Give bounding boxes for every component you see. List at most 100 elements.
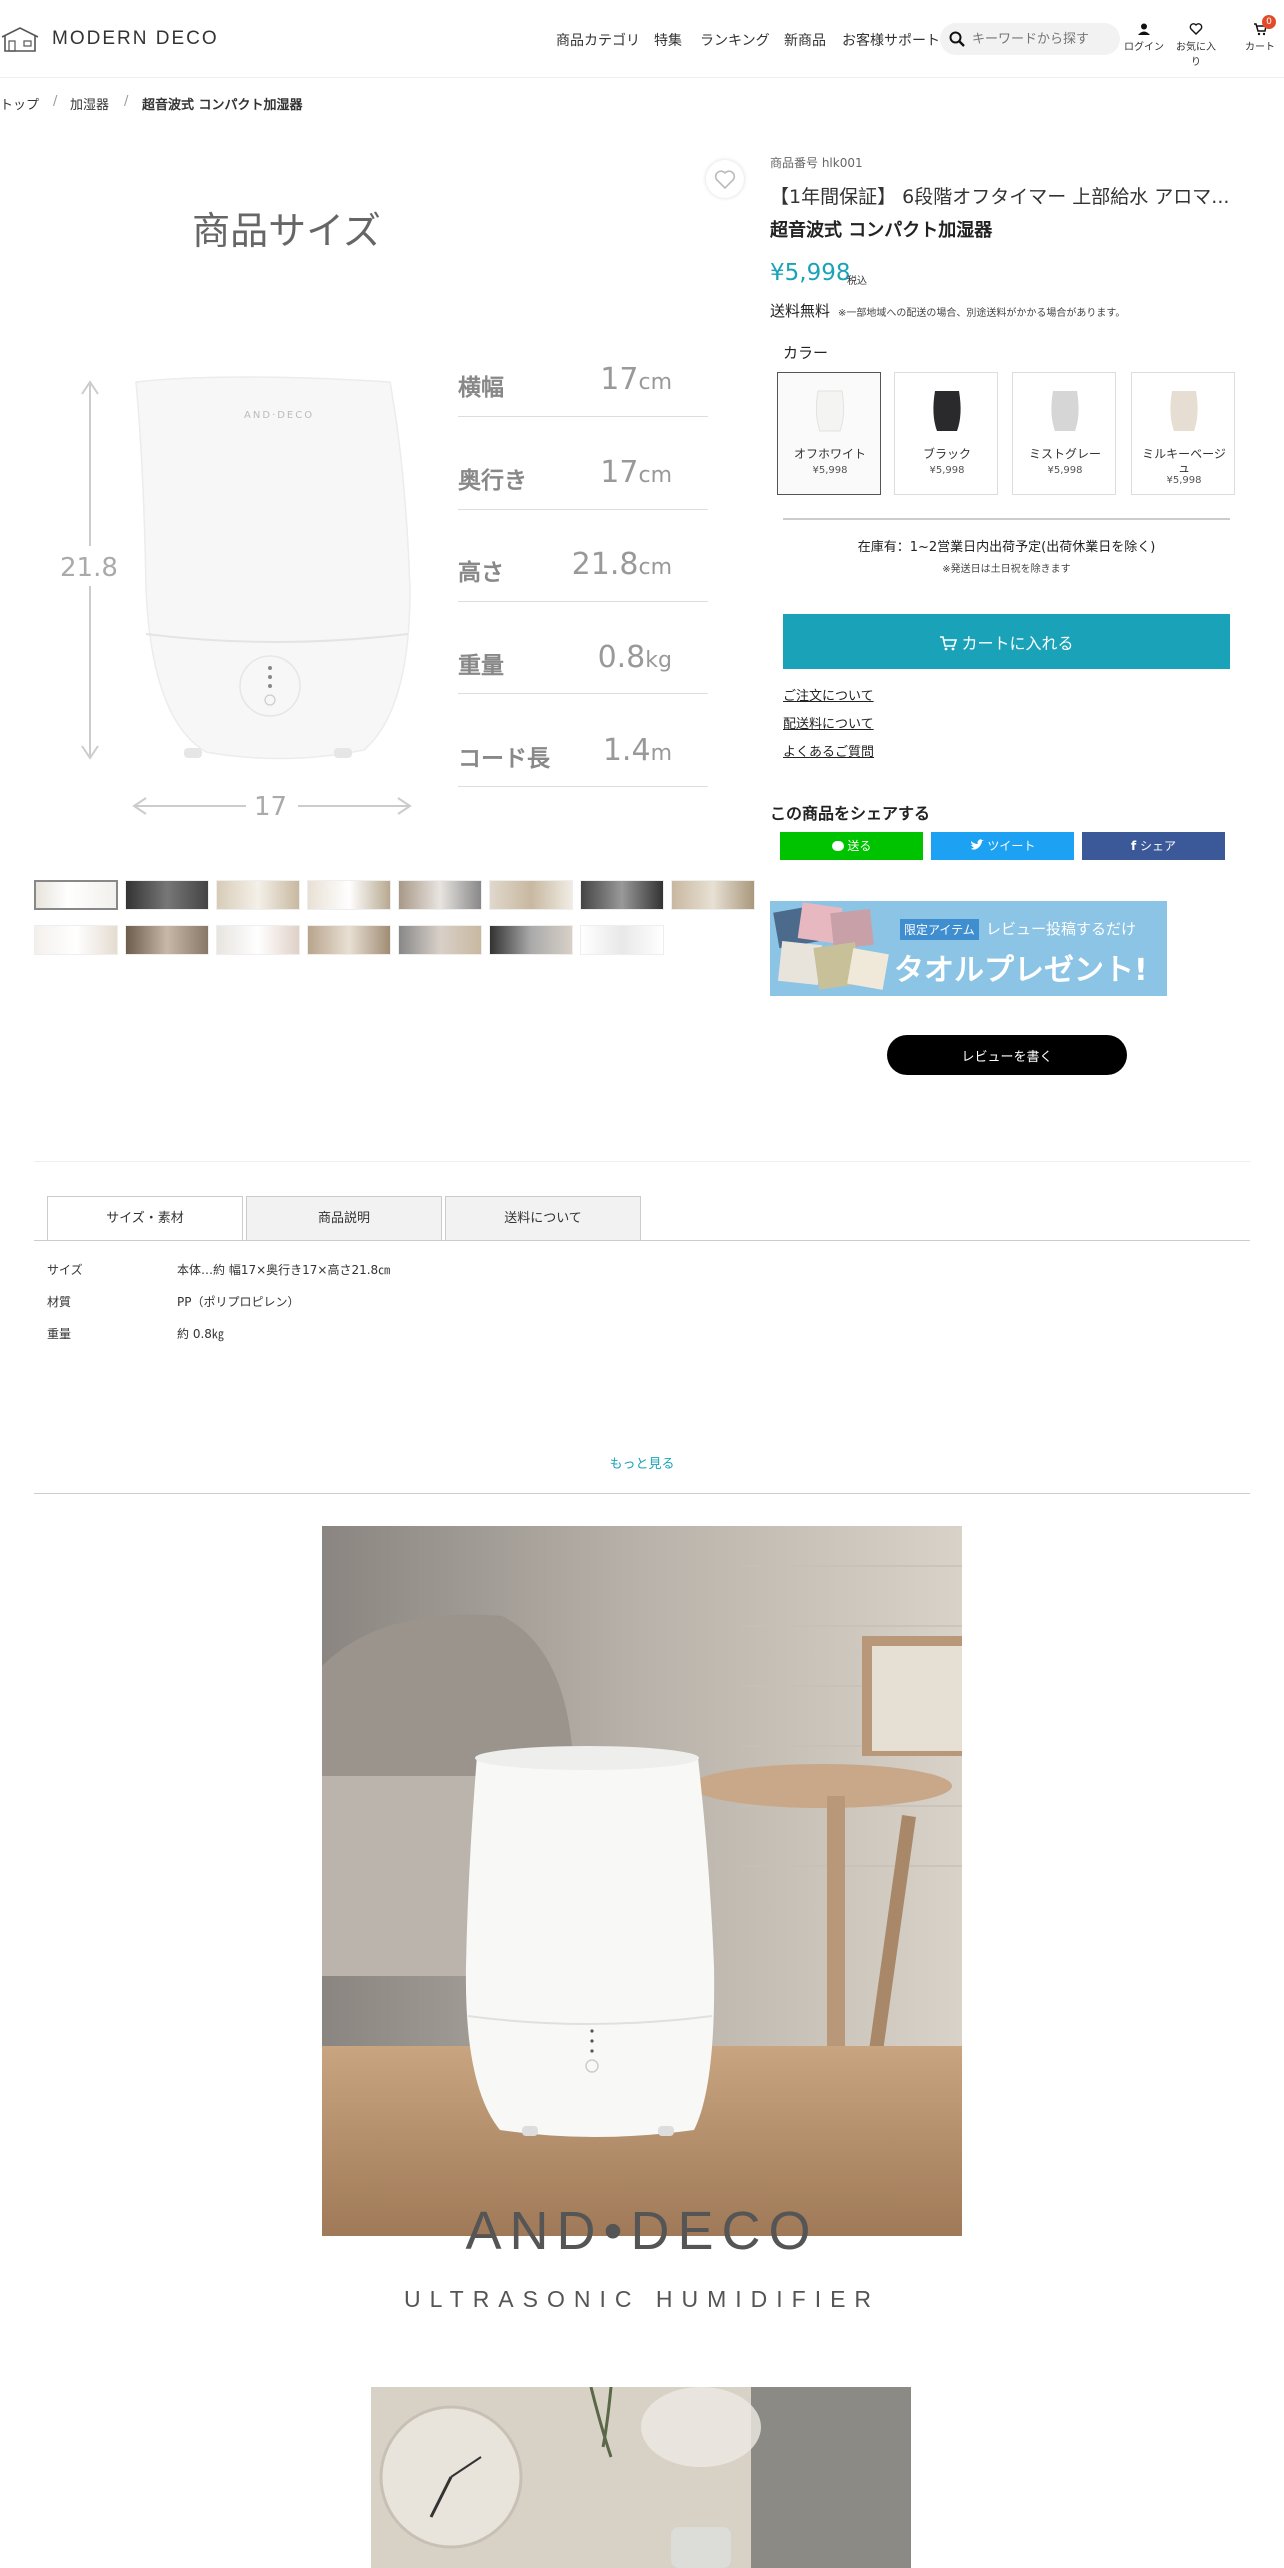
review-campaign-banner[interactable]: 限定アイテム レビュー投稿するだけ タオルプレゼント! bbox=[770, 901, 1167, 996]
thumbnail[interactable] bbox=[216, 925, 300, 955]
product-title: 【1年間保証】 6段階オフタイマー 上部給水 アロマ... bbox=[770, 186, 1230, 208]
facebook-share-button[interactable]: f シェア bbox=[1082, 832, 1225, 860]
add-to-cart-button[interactable]: カートに入れる bbox=[783, 614, 1230, 669]
tab-description[interactable]: 商品説明 bbox=[246, 1196, 442, 1241]
cart-count-badge: 0 bbox=[1262, 15, 1276, 29]
house-logo-icon bbox=[1, 27, 39, 52]
spec-height-label: 高さ bbox=[458, 560, 504, 586]
height-dimension: 21.8 bbox=[60, 553, 118, 583]
feature-photo bbox=[322, 1526, 962, 2236]
thumbnail[interactable] bbox=[307, 925, 391, 955]
color-name: オフホワイト bbox=[793, 447, 866, 461]
facebook-icon: f bbox=[1130, 839, 1137, 853]
tab-underline bbox=[34, 1240, 1250, 1241]
search-box[interactable] bbox=[940, 23, 1120, 55]
share-title: この商品をシェアする bbox=[770, 804, 931, 823]
thumbnail[interactable] bbox=[580, 880, 664, 910]
color-option-milkybeige[interactable]: ミルキーベージュ ¥5,998 bbox=[1131, 372, 1235, 495]
color-price: ¥5,998 bbox=[1166, 475, 1202, 486]
login-button[interactable]: ログイン bbox=[1124, 22, 1164, 53]
breadcrumb-top[interactable]: トップ bbox=[0, 94, 39, 113]
thumbnail[interactable] bbox=[671, 880, 755, 910]
nav-support[interactable]: お客様サポート bbox=[842, 30, 940, 50]
faq-link[interactable]: よくあるご質問 bbox=[783, 741, 874, 760]
nav-categories[interactable]: 商品カテゴリ bbox=[556, 30, 640, 50]
thumbnail[interactable] bbox=[34, 925, 118, 955]
show-more-link[interactable]: もっと見る bbox=[0, 1453, 1284, 1472]
detail-value-size: 本体…約 幅17×奥行き17×高さ21.8㎝ bbox=[177, 1263, 391, 1277]
thumbnail[interactable] bbox=[398, 925, 482, 955]
color-option-offwhite[interactable]: オフホワイト ¥5,998 bbox=[777, 372, 881, 495]
site-header: MODERN DECO 商品カテゴリ 特集 ランキング 新商品 お客様サポート … bbox=[0, 0, 1284, 78]
spec-weight-value: 0.8kg bbox=[597, 640, 672, 675]
humidifier-room-photo bbox=[322, 1526, 962, 2236]
shipping-fee-link[interactable]: 配送料について bbox=[783, 713, 874, 732]
line-share-label: 送る bbox=[847, 839, 872, 853]
color-option-mistgray[interactable]: ミストグレー ¥5,998 bbox=[1012, 372, 1116, 495]
spec-divider bbox=[458, 786, 708, 787]
cart-icon bbox=[940, 635, 958, 650]
spec-divider bbox=[458, 693, 708, 694]
search-icon[interactable] bbox=[948, 30, 966, 48]
thumbnail[interactable] bbox=[34, 880, 118, 910]
thumbnail[interactable] bbox=[489, 880, 573, 910]
thumbnail[interactable] bbox=[398, 880, 482, 910]
breadcrumb-current: 超音波式 コンパクト加湿器 bbox=[142, 98, 303, 113]
line-icon bbox=[831, 841, 844, 851]
color-label: カラー bbox=[783, 344, 829, 362]
spec-divider bbox=[458, 601, 708, 602]
color-name: ミストグレー bbox=[1028, 447, 1101, 461]
spec-width-value: 17cm bbox=[600, 362, 672, 397]
thumbnail[interactable] bbox=[489, 925, 573, 955]
tab-shipping[interactable]: 送料について bbox=[445, 1196, 641, 1241]
user-icon bbox=[1138, 23, 1150, 35]
swatch-image bbox=[815, 390, 845, 432]
tab-size-material[interactable]: サイズ・素材 bbox=[47, 1196, 243, 1241]
divider bbox=[34, 1161, 1250, 1162]
color-name: ブラック bbox=[922, 447, 971, 461]
site-logo[interactable]: MODERN DECO bbox=[0, 24, 219, 54]
detail-value-weight: 約 0.8㎏ bbox=[177, 1327, 224, 1341]
product-price: ¥5,998 bbox=[770, 260, 851, 286]
product-main-image[interactable]: 商品サイズ 21.8 17 AND·DECO 横幅 17cm 奥行き 17cm … bbox=[34, 150, 724, 850]
breadcrumb-humidifier[interactable]: 加湿器 bbox=[70, 94, 109, 113]
divider bbox=[783, 518, 1230, 520]
spec-divider bbox=[458, 509, 708, 510]
write-review-button[interactable]: レビューを書く bbox=[887, 1035, 1127, 1075]
brand-subtitle: ULTRASONIC HUMIDIFIER bbox=[403, 2286, 881, 2312]
shipping-note: ※一部地域への配送の場合、別途送料がかかる場合があります。 bbox=[838, 308, 1126, 319]
nav-new-items[interactable]: 新商品 bbox=[784, 30, 826, 50]
color-option-black[interactable]: ブラック ¥5,998 bbox=[894, 372, 998, 495]
login-label: ログイン bbox=[1124, 42, 1164, 53]
heart-outline-icon bbox=[714, 170, 736, 190]
spec-depth-value: 17cm bbox=[600, 455, 672, 490]
breadcrumb-separator: / bbox=[53, 94, 58, 109]
spec-height-value: 21.8cm bbox=[571, 547, 672, 582]
search-input[interactable] bbox=[972, 29, 1112, 49]
thumbnail[interactable] bbox=[125, 880, 209, 910]
nav-features[interactable]: 特集 bbox=[654, 30, 682, 50]
twitter-icon bbox=[970, 839, 984, 850]
banner-line2: タオルプレゼント! bbox=[894, 953, 1148, 988]
favorite-button[interactable] bbox=[706, 160, 744, 198]
thumbnail[interactable] bbox=[125, 925, 209, 955]
line-share-button[interactable]: 送る bbox=[780, 832, 923, 860]
thumbnail[interactable] bbox=[307, 880, 391, 910]
breadcrumb-separator: / bbox=[124, 94, 129, 109]
order-info-link[interactable]: ご注文について bbox=[783, 685, 874, 704]
color-price: ¥5,998 bbox=[1047, 465, 1083, 476]
favorites-button[interactable]: お気に入り bbox=[1176, 22, 1216, 68]
tweet-button[interactable]: ツイート bbox=[931, 832, 1074, 860]
facebook-share-label: シェア bbox=[1140, 839, 1177, 853]
spec-weight-label: 重量 bbox=[458, 653, 504, 679]
feature-photo-2 bbox=[371, 2387, 911, 2568]
detail-key-weight: 重量 bbox=[47, 1327, 72, 1341]
nav-ranking[interactable]: ランキング bbox=[700, 30, 770, 50]
banner-line1: レビュー投稿するだけ bbox=[986, 920, 1137, 938]
spec-cord-value: 1.4m bbox=[602, 733, 672, 768]
towel-image bbox=[773, 902, 889, 990]
thumbnail[interactable] bbox=[216, 880, 300, 910]
spec-depth-label: 奥行き bbox=[458, 468, 527, 494]
thumbnail[interactable] bbox=[580, 925, 664, 955]
color-name: ミルキーベージュ bbox=[1142, 447, 1226, 475]
